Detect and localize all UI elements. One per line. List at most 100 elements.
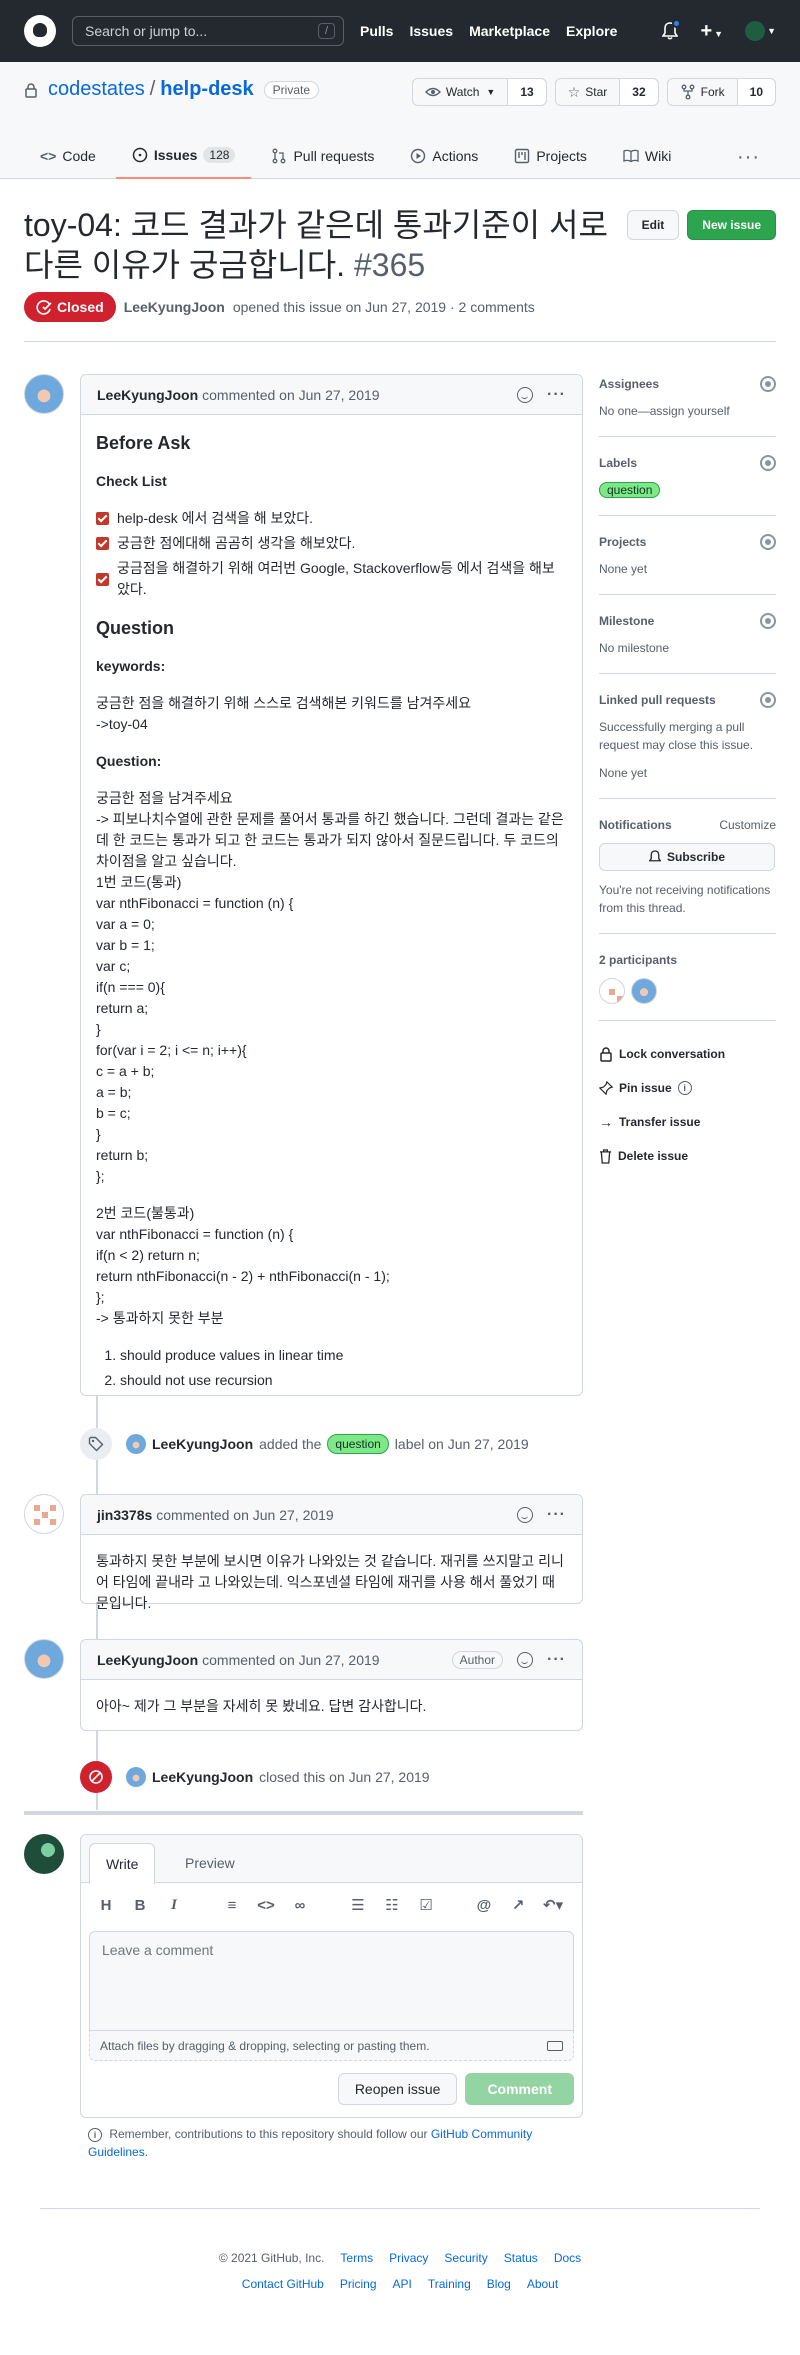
attach-files-area[interactable]: Attach files by dragging & dropping, sel… bbox=[89, 2031, 574, 2061]
info-icon[interactable]: i bbox=[677, 1081, 692, 1095]
cross-reference-icon[interactable]: ↗ bbox=[509, 1896, 527, 1914]
tab-code[interactable]: <> Code bbox=[24, 132, 112, 179]
participant-avatar[interactable] bbox=[599, 978, 625, 1004]
avatar[interactable] bbox=[126, 1767, 146, 1787]
search-input[interactable]: Search or jump to... / bbox=[72, 16, 344, 46]
footer-link-terms[interactable]: Terms bbox=[340, 2251, 373, 2265]
pin-issue-button[interactable]: Pin issue i bbox=[599, 1071, 776, 1105]
repo-owner-link[interactable]: codestates bbox=[48, 78, 145, 101]
mention-icon[interactable]: @ bbox=[475, 1897, 493, 1914]
subscribe-button[interactable]: Subscribe bbox=[599, 843, 775, 871]
nav-link-marketplace[interactable]: Marketplace bbox=[469, 23, 550, 39]
link-icon[interactable]: ∞ bbox=[291, 1897, 309, 1914]
footer-link-docs[interactable]: Docs bbox=[554, 2251, 581, 2265]
markdown-icon[interactable] bbox=[547, 2040, 563, 2051]
event-text: closed this on Jun 27, 2019 bbox=[259, 1769, 430, 1785]
smiley-icon[interactable] bbox=[517, 386, 534, 403]
footer-link-status[interactable]: Status bbox=[504, 2251, 538, 2265]
comment-button[interactable]: Comment bbox=[465, 2073, 574, 2105]
footer-link-privacy[interactable]: Privacy bbox=[389, 2251, 428, 2265]
participant-avatar[interactable] bbox=[631, 978, 657, 1004]
tab-actions[interactable]: Actions bbox=[394, 132, 494, 179]
tab-issues[interactable]: Issues 128 bbox=[115, 132, 252, 179]
notifications-bell-icon[interactable] bbox=[662, 19, 682, 40]
label-question[interactable]: question bbox=[327, 1434, 389, 1454]
user-menu[interactable]: ▼ bbox=[745, 21, 776, 41]
event-actor[interactable]: LeeKyungJoon bbox=[152, 1769, 253, 1785]
gear-icon[interactable] bbox=[760, 534, 776, 550]
preview-tab[interactable]: Preview bbox=[169, 1843, 251, 1883]
comment-author[interactable]: LeeKyungJoon bbox=[97, 387, 198, 403]
star-button[interactable]: ☆ Star bbox=[556, 79, 620, 105]
footer-link-training[interactable]: Training bbox=[428, 2277, 471, 2291]
watch-button[interactable]: Watch ▼ bbox=[413, 79, 507, 105]
comment-textarea[interactable]: Leave a comment bbox=[89, 1931, 574, 2031]
avatar[interactable] bbox=[24, 374, 64, 414]
unordered-list-icon[interactable]: ☰ bbox=[349, 1896, 367, 1914]
avatar[interactable] bbox=[126, 1434, 146, 1454]
delete-label: Delete issue bbox=[618, 1149, 689, 1163]
watch-count[interactable]: 13 bbox=[507, 79, 546, 105]
heading-icon[interactable]: H bbox=[97, 1897, 115, 1914]
write-tab[interactable]: Write bbox=[89, 1843, 156, 1884]
question-line: -> 피보나치수열에 관한 문제를 풀어서 통과를 하긴 했습니다. 그런데 결… bbox=[96, 811, 564, 869]
fork-count[interactable]: 10 bbox=[736, 79, 775, 105]
lock-conversation-button[interactable]: Lock conversation bbox=[599, 1037, 776, 1071]
gear-icon[interactable] bbox=[760, 376, 776, 392]
transfer-issue-button[interactable]: → Transfer issue bbox=[599, 1105, 776, 1139]
comment-author[interactable]: jin3378s bbox=[97, 1507, 152, 1523]
avatar[interactable] bbox=[24, 1639, 64, 1679]
reopen-issue-button[interactable]: Reopen issue bbox=[337, 2073, 458, 2105]
footer-link-contact[interactable]: Contact GitHub bbox=[242, 2277, 324, 2291]
event-actor[interactable]: LeeKyungJoon bbox=[152, 1436, 253, 1452]
comment-meta[interactable]: commented on Jun 27, 2019 bbox=[202, 387, 379, 403]
ordered-list-icon[interactable]: ☷ bbox=[383, 1896, 401, 1914]
more-tabs-button[interactable]: ··· bbox=[737, 146, 760, 169]
nav-link-explore[interactable]: Explore bbox=[566, 23, 617, 39]
github-logo-icon[interactable] bbox=[24, 15, 56, 47]
task-list-icon[interactable]: ☑ bbox=[417, 1896, 435, 1914]
fork-label: Fork bbox=[700, 85, 725, 99]
smiley-icon[interactable] bbox=[517, 1651, 534, 1668]
tab-wiki[interactable]: Wiki bbox=[607, 132, 687, 179]
fork-button[interactable]: Fork bbox=[668, 79, 737, 105]
new-issue-button[interactable]: New issue bbox=[687, 210, 776, 240]
kebab-menu-icon[interactable]: ··· bbox=[547, 386, 566, 404]
smiley-icon[interactable] bbox=[517, 1506, 534, 1523]
star-count[interactable]: 32 bbox=[619, 79, 658, 105]
label-question[interactable]: question bbox=[599, 482, 661, 498]
quote-icon[interactable]: ≡ bbox=[223, 1897, 241, 1914]
comment-author[interactable]: LeeKyungJoon bbox=[97, 1652, 198, 1668]
repo-name-link[interactable]: help-desk bbox=[160, 78, 253, 101]
footer-link-pricing[interactable]: Pricing bbox=[340, 2277, 377, 2291]
tab-pull-requests[interactable]: Pull requests bbox=[255, 132, 390, 179]
bold-icon[interactable]: B bbox=[131, 1897, 149, 1914]
create-new-menu[interactable]: + ▼ bbox=[700, 20, 723, 43]
nav-link-issues[interactable]: Issues bbox=[409, 23, 453, 39]
footer-link-about[interactable]: About bbox=[527, 2277, 558, 2291]
delete-issue-button[interactable]: Delete issue bbox=[599, 1139, 776, 1173]
avatar[interactable] bbox=[24, 1494, 64, 1534]
assignees-value[interactable]: No one—assign yourself bbox=[599, 402, 776, 420]
edit-button[interactable]: Edit bbox=[626, 210, 680, 240]
reply-icon[interactable]: ↶▾ bbox=[543, 1896, 563, 1914]
nav-link-pulls[interactable]: Pulls bbox=[360, 23, 393, 39]
footer-link-security[interactable]: Security bbox=[444, 2251, 487, 2265]
tab-projects[interactable]: Projects bbox=[498, 132, 603, 179]
kebab-menu-icon[interactable]: ··· bbox=[547, 1651, 566, 1669]
gear-icon[interactable] bbox=[760, 692, 776, 708]
footer-link-api[interactable]: API bbox=[393, 2277, 412, 2291]
current-user-avatar[interactable] bbox=[24, 1834, 64, 1874]
comment-meta[interactable]: commented on Jun 27, 2019 bbox=[156, 1507, 333, 1523]
issue-author[interactable]: LeeKyungJoon bbox=[124, 299, 225, 315]
milestone-title: Milestone bbox=[599, 614, 655, 628]
italic-icon[interactable]: I bbox=[165, 1897, 183, 1914]
gear-icon[interactable] bbox=[760, 455, 776, 471]
footer-link-blog[interactable]: Blog bbox=[487, 2277, 511, 2291]
kebab-menu-icon[interactable]: ··· bbox=[547, 1506, 566, 1524]
gear-icon[interactable] bbox=[760, 613, 776, 629]
customize-link[interactable]: Customize bbox=[719, 818, 776, 832]
checkbox-checked-icon bbox=[96, 512, 109, 525]
comment-meta[interactable]: commented on Jun 27, 2019 bbox=[202, 1652, 379, 1668]
code-icon[interactable]: <> bbox=[257, 1897, 275, 1914]
